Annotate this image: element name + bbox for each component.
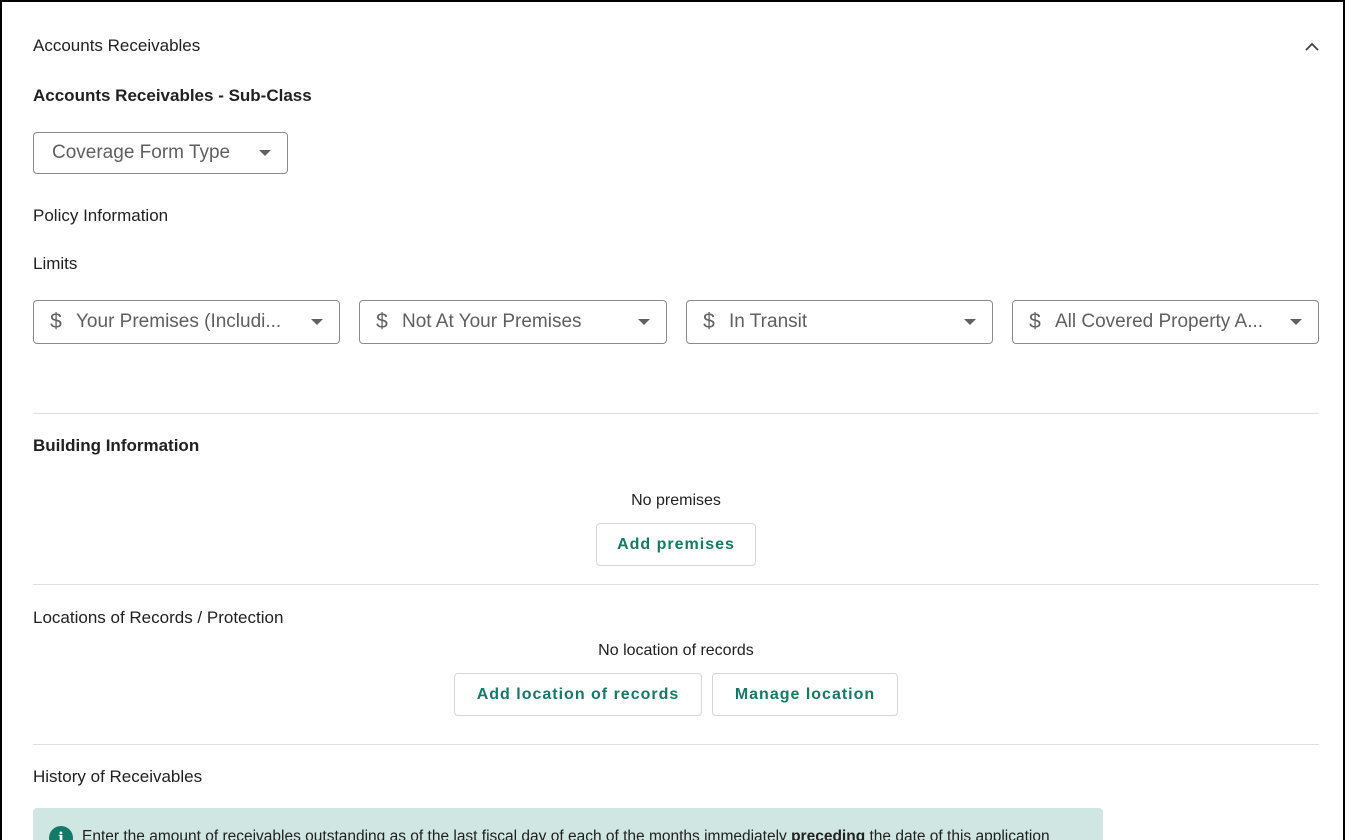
- divider: [33, 744, 1319, 745]
- dropdown-arrow-icon: [259, 150, 271, 156]
- no-location-of-records-text: No location of records: [598, 642, 754, 659]
- limits-label: Limits: [33, 254, 78, 273]
- info-text: Enter the amount of receivables outstand…: [82, 828, 1050, 840]
- chevron-up-icon[interactable]: [1301, 35, 1323, 57]
- limit-your-premises-placeholder: Your Premises (Includi...: [76, 311, 282, 332]
- dollar-icon: $: [703, 310, 715, 333]
- limit-all-covered-property-placeholder: All Covered Property A...: [1055, 311, 1264, 332]
- dropdown-arrow-icon: [311, 319, 323, 325]
- subclass-heading: Accounts Receivables - Sub-Class: [33, 86, 312, 105]
- dollar-icon: $: [50, 310, 62, 333]
- limit-in-transit-placeholder: In Transit: [729, 311, 808, 332]
- info-banner: i Enter the amount of receivables outsta…: [33, 808, 1103, 840]
- dropdown-arrow-icon: [964, 319, 976, 325]
- divider: [33, 413, 1319, 414]
- coverage-form-type-placeholder: Coverage Form Type: [52, 142, 231, 163]
- accounts-receivables-panel: Accounts Receivables Accounts Receivable…: [0, 0, 1345, 840]
- limit-not-at-premises-select[interactable]: $ Not At Your Premises: [359, 300, 667, 344]
- add-premises-button[interactable]: Add premises: [596, 523, 756, 566]
- history-of-receivables-heading: History of Receivables: [33, 767, 203, 786]
- limit-your-premises-select[interactable]: $ Your Premises (Includi...: [33, 300, 340, 344]
- building-information-heading: Building Information: [33, 436, 200, 455]
- add-location-of-records-button[interactable]: Add location of records: [454, 673, 702, 716]
- info-icon: i: [49, 826, 73, 840]
- no-premises-text: No premises: [631, 492, 721, 509]
- limit-not-at-premises-placeholder: Not At Your Premises: [402, 311, 582, 332]
- manage-location-button[interactable]: Manage location: [712, 673, 898, 716]
- dollar-icon: $: [1029, 310, 1041, 333]
- dropdown-arrow-icon: [638, 319, 650, 325]
- limit-all-covered-property-select[interactable]: $ All Covered Property A...: [1012, 300, 1319, 344]
- divider: [33, 584, 1319, 585]
- info-text-before: Enter the amount of receivables outstand…: [82, 828, 792, 840]
- locations-of-records-heading: Locations of Records / Protection: [33, 608, 284, 627]
- limit-in-transit-select[interactable]: $ In Transit: [686, 300, 993, 344]
- panel-header[interactable]: Accounts Receivables: [33, 35, 1323, 57]
- dropdown-arrow-icon: [1290, 319, 1302, 325]
- info-text-after: the date of this application: [865, 828, 1050, 840]
- panel-title: Accounts Receivables: [33, 36, 201, 55]
- policy-information-heading: Policy Information: [33, 206, 169, 225]
- dollar-icon: $: [376, 310, 388, 333]
- coverage-form-type-select[interactable]: Coverage Form Type: [33, 132, 288, 174]
- info-text-bold: preceding: [791, 828, 866, 840]
